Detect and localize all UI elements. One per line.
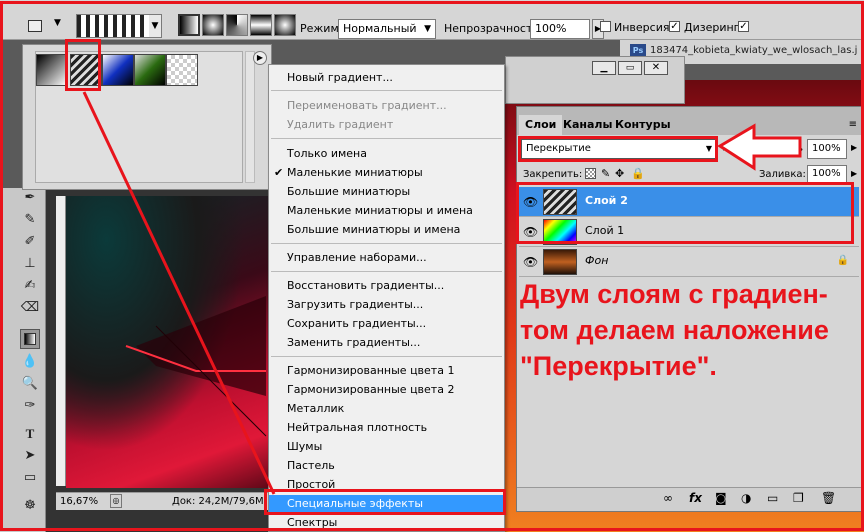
annotation-line-2: том делаем наложение	[520, 315, 829, 345]
annotation-line-1: Двум слоям с градиен-	[520, 279, 828, 309]
annotation-text: Двум слоям с градиен- том делаем наложен…	[520, 276, 860, 384]
annotation-frame	[0, 1, 864, 531]
annotation-line-3: "Перекрытие".	[520, 351, 717, 381]
